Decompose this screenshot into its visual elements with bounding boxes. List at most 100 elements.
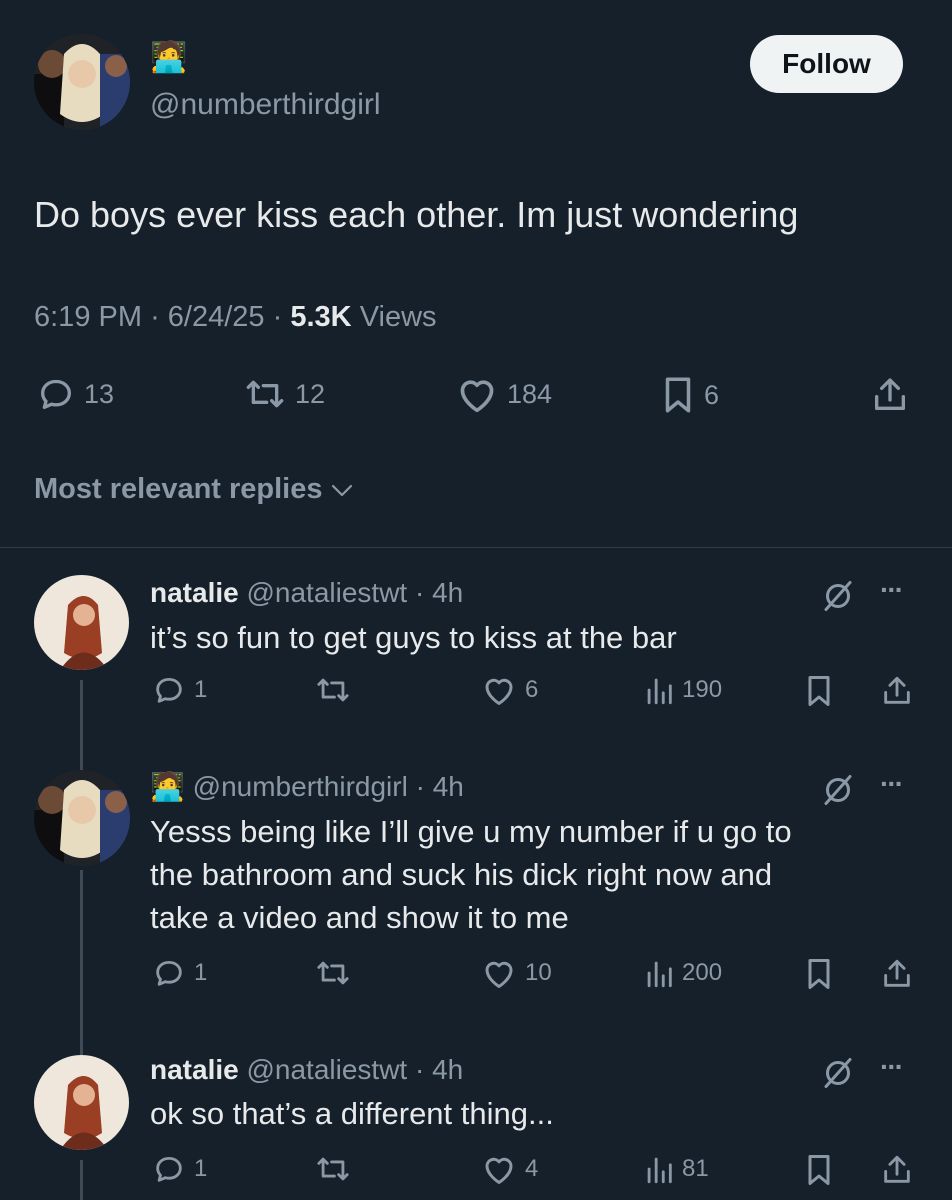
- reply-count: 1: [194, 676, 208, 703]
- tweet-meta: 6:19 PM · 6/24/25 · 5.3K Views: [34, 301, 437, 334]
- more-options-icon[interactable]: ···: [880, 768, 904, 800]
- meta-sep: ·: [414, 1054, 425, 1085]
- reply-avatar[interactable]: [34, 575, 129, 670]
- retweet-count: 12: [295, 378, 326, 409]
- share-action[interactable]: [880, 673, 914, 709]
- reply-display-name[interactable]: natalie: [150, 577, 239, 608]
- like-count: 4: [525, 1155, 539, 1182]
- reply-count: 1: [194, 959, 208, 986]
- reply-action[interactable]: 1: [152, 673, 207, 707]
- bookmark-icon: [804, 1152, 834, 1188]
- retweet-action[interactable]: [314, 1152, 352, 1186]
- tweet-text: Do boys ever kiss each other. Im just wo…: [34, 194, 799, 235]
- retweet-icon: [243, 374, 287, 414]
- like-action[interactable]: 10: [481, 956, 552, 990]
- reply-time[interactable]: 4h: [432, 577, 463, 608]
- thread-line: [80, 680, 83, 770]
- retweet-action[interactable]: [314, 956, 352, 990]
- retweet-action[interactable]: 12: [243, 374, 325, 414]
- tweet-date[interactable]: 6/24/25: [168, 301, 265, 333]
- heart-icon: [481, 956, 517, 990]
- analytics-icon: [644, 673, 674, 707]
- sort-replies-dropdown[interactable]: Most relevant replies: [34, 473, 355, 506]
- sort-label: Most relevant replies: [34, 473, 323, 505]
- retweet-icon: [314, 956, 352, 990]
- reply-text-line: Yesss being like I’ll give u my number i…: [150, 814, 792, 849]
- views-count: 190: [682, 676, 723, 703]
- share-icon: [870, 374, 910, 416]
- bookmark-icon: [804, 673, 834, 709]
- bookmark-icon: [660, 374, 696, 416]
- reply-handle[interactable]: @nataliestwt: [246, 577, 407, 608]
- like-count: 10: [525, 959, 552, 986]
- reply-icon: [152, 673, 186, 707]
- reply-header: natalie @nataliestwt · 4h: [150, 1054, 463, 1086]
- reply-text-line: it’s so fun to get guys to kiss at the b…: [150, 620, 677, 655]
- like-count: 184: [507, 378, 553, 409]
- meta-sep: ·: [150, 301, 160, 333]
- grok-icon[interactable]: [818, 1055, 858, 1096]
- heart-icon: [455, 374, 499, 414]
- reply-avatar[interactable]: [34, 1055, 129, 1150]
- retweet-action[interactable]: [314, 673, 352, 707]
- bookmark-action[interactable]: [804, 956, 834, 992]
- reply-time[interactable]: 4h: [432, 1054, 463, 1085]
- analytics-icon: [644, 1152, 674, 1186]
- reply-icon: [36, 374, 76, 414]
- views-count: 5.3K: [290, 301, 352, 333]
- reply-text-line: the bathroom and suck his dick right now…: [150, 857, 773, 892]
- share-action[interactable]: [880, 1152, 914, 1188]
- thread-line: [80, 870, 83, 1055]
- reply-icon: [152, 956, 186, 990]
- heart-icon: [481, 1152, 517, 1186]
- reply-handle[interactable]: @numberthirdgirl: [193, 771, 408, 802]
- reply-avatar[interactable]: [34, 770, 130, 866]
- reply-action[interactable]: 1: [152, 1152, 207, 1186]
- reply-action[interactable]: 1: [152, 956, 207, 990]
- reply-icon: [152, 1152, 186, 1186]
- heart-icon: [481, 673, 517, 707]
- share-action[interactable]: [880, 956, 914, 992]
- reply-header: 🧑‍💻 @numberthirdgirl · 4h: [150, 770, 464, 803]
- share-action[interactable]: [870, 374, 910, 416]
- reply-header: natalie @nataliestwt · 4h: [150, 577, 463, 609]
- share-icon: [880, 956, 914, 992]
- bookmark-count: 6: [704, 379, 720, 410]
- reply-emoji: 🧑‍💻: [150, 770, 185, 803]
- reply-display-name[interactable]: natalie: [150, 1054, 239, 1085]
- reply-handle[interactable]: @nataliestwt: [246, 1054, 407, 1085]
- like-count: 6: [525, 676, 539, 703]
- bookmark-action[interactable]: [804, 1152, 834, 1188]
- chevron-down-icon: [329, 480, 355, 500]
- thread-line: [80, 1160, 83, 1200]
- bookmark-icon: [804, 956, 834, 992]
- tweet-time[interactable]: 6:19 PM: [34, 301, 142, 333]
- follow-button[interactable]: Follow: [750, 35, 903, 93]
- author-avatar[interactable]: [34, 34, 130, 130]
- grok-icon[interactable]: [818, 772, 858, 813]
- like-action[interactable]: 184: [455, 374, 552, 414]
- reply-action[interactable]: 13: [36, 374, 114, 414]
- reply-text-line: ok so that’s a different thing...: [150, 1096, 554, 1131]
- bookmark-action[interactable]: [804, 673, 834, 709]
- reply-count: 1: [194, 1155, 208, 1182]
- reply-count: 13: [84, 378, 115, 409]
- views-label: Views: [359, 301, 437, 333]
- share-icon: [880, 673, 914, 709]
- like-action[interactable]: 6: [481, 673, 538, 707]
- author-handle[interactable]: @numberthirdgirl: [150, 88, 381, 122]
- analytics-icon: [644, 956, 674, 990]
- meta-sep: ·: [272, 301, 283, 333]
- reply-text-line: take a video and show it to me: [150, 900, 569, 935]
- more-options-icon[interactable]: ···: [880, 1051, 904, 1083]
- like-action[interactable]: 4: [481, 1152, 538, 1186]
- grok-icon[interactable]: [818, 578, 858, 619]
- more-options-icon[interactable]: ···: [880, 574, 904, 606]
- reply-time[interactable]: 4h: [433, 771, 464, 802]
- retweet-icon: [314, 1152, 352, 1186]
- divider: [0, 547, 952, 548]
- views-action[interactable]: 190: [644, 673, 722, 707]
- views-action[interactable]: 200: [644, 956, 722, 990]
- bookmark-action[interactable]: 6: [660, 374, 719, 416]
- views-action[interactable]: 81: [644, 1152, 709, 1186]
